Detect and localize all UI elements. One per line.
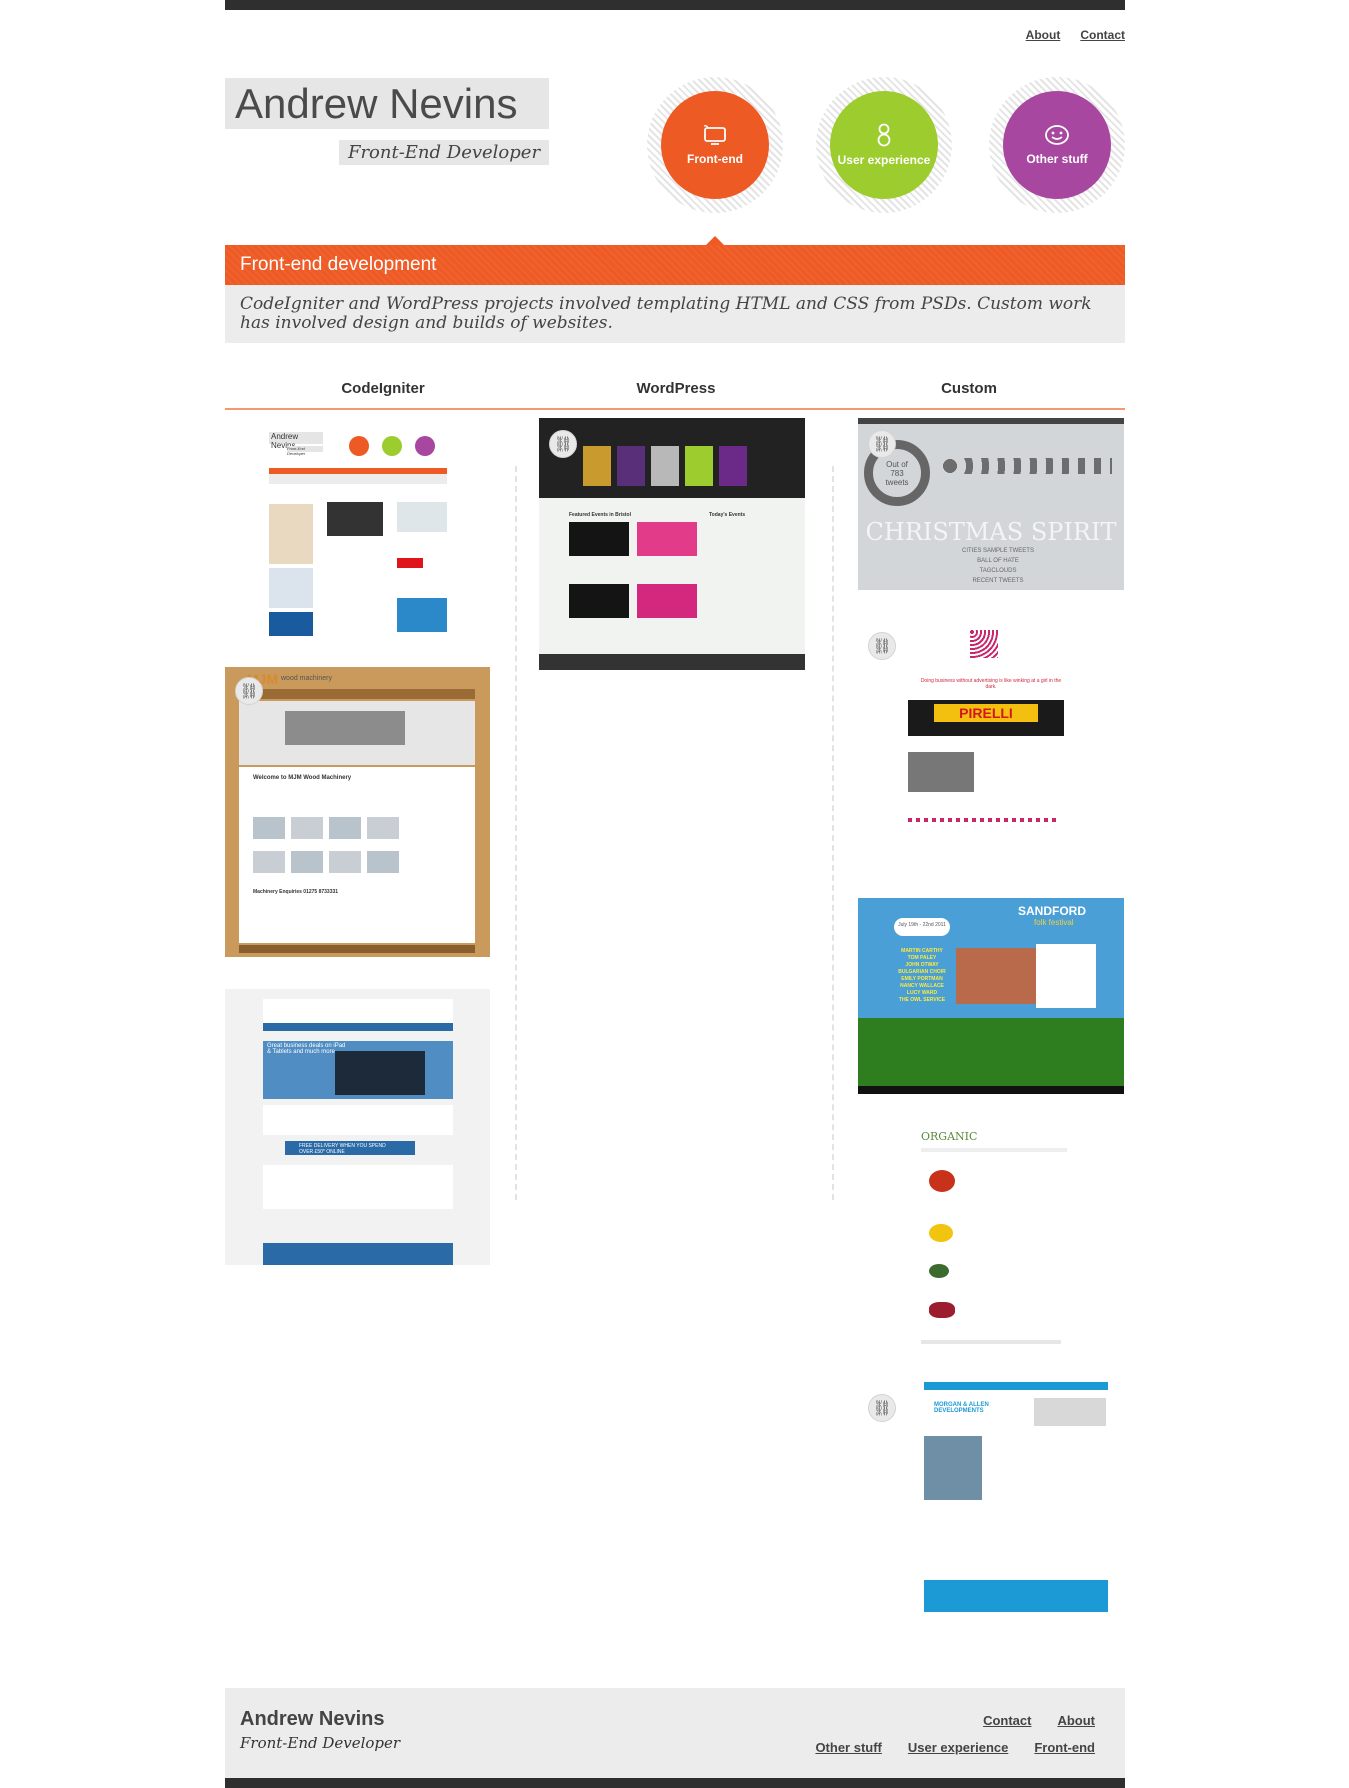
skill-other-label: Other stuff — [1026, 152, 1088, 166]
project-thumb-tablet-shop[interactable]: Great business deals on iPad & Tablets a… — [225, 989, 490, 1265]
thumb-subtitle: Front-End Developer — [287, 446, 323, 456]
column-custom-heading: Custom — [941, 380, 997, 397]
site-title[interactable]: Andrew Nevins — [225, 78, 549, 129]
thumb-today: Today's Events — [709, 512, 746, 518]
skill-ring-ux: User experience — [816, 77, 952, 213]
nav-about-link[interactable]: About — [1026, 28, 1061, 42]
skill-ux-button[interactable]: User experience — [830, 91, 938, 199]
thumb-date: July 19th - 22nd 2011 — [894, 918, 950, 936]
footer-name: Andrew Nevins — [240, 1708, 385, 1730]
section-description: CodeIgniter and WordPress projects invol… — [225, 285, 1125, 343]
footer-nav-top: Contact About — [983, 1713, 1095, 1728]
thumb-title: Andrew Nevins — [269, 432, 323, 450]
page: About Contact Andrew Nevins Front-End De… — [225, 0, 1125, 1788]
project-thumb-portfolio[interactable]: Andrew Nevins Front-End Developer — [265, 418, 465, 636]
smiley-icon — [1045, 125, 1069, 145]
footer-nav-bottom: Other stuff User experience Front-end — [815, 1740, 1095, 1755]
column-divider — [225, 408, 1125, 410]
footer-about-link[interactable]: About — [1057, 1713, 1095, 1728]
nav-contact-link[interactable]: Contact — [1080, 28, 1125, 42]
project-thumb-mjm[interactable]: ⛓ MJM wood machinery Welcome to MJM Wood… — [225, 667, 490, 957]
footer-other-stuff-link[interactable]: Other stuff — [815, 1740, 881, 1755]
link-icon: ⛓ — [868, 430, 896, 458]
link-icon: ⛓ — [868, 1394, 896, 1422]
link-icon: ⛓ — [235, 677, 263, 705]
thumb-subtitle: folk festival — [1034, 918, 1074, 927]
footer-front-end-link[interactable]: Front-end — [1034, 1740, 1095, 1755]
footer-role: Front-End Developer — [240, 1734, 401, 1752]
thumb-featured: Featured Events in Bristol — [569, 512, 631, 518]
project-thumb-twitter-viz[interactable]: ⛓ Out of 783 tweets CHRISTMAS SPIRIT CIT… — [858, 418, 1124, 590]
link-icon: ⛓ — [868, 632, 896, 660]
project-thumb-events[interactable]: ⛓ Featured Events in Bristol Today's Eve… — [539, 418, 805, 670]
project-thumb-morgan-allen[interactable]: ⛓ MORGAN & ALLEN DEVELOPMENTS — [858, 1380, 1124, 1618]
thumb-enquiries: Machinery Enquiries 01275 8733331 — [253, 889, 339, 895]
project-thumb-organic[interactable]: ORGANIC — [915, 1128, 1067, 1348]
thumb-menu: CITIES SAMPLE TWEETS BALL OF HATE TAGCLO… — [962, 548, 1034, 584]
column-separator — [515, 466, 517, 1200]
thumb-logo: ORGANIC — [921, 1130, 978, 1143]
footer-contact-link[interactable]: Contact — [983, 1713, 1031, 1728]
column-wordpress-heading: WordPress — [636, 380, 716, 397]
project-thumb-folk-festival[interactable]: SANDFORD folk festival July 19th - 22nd … — [858, 898, 1124, 1094]
skill-frontend-label: Front-end — [687, 152, 743, 166]
thumb-quote: Doing business without advertising is li… — [920, 678, 1062, 690]
thumb-brand: PIRELLI — [934, 704, 1038, 722]
footer: Andrew Nevins Front-End Developer Contac… — [225, 1688, 1125, 1778]
site-subtitle: Front-End Developer — [339, 140, 549, 165]
top-bar — [225, 0, 1125, 10]
thumb-heading: Welcome to MJM Wood Machinery — [253, 775, 352, 781]
thumb-logo: MORGAN & ALLEN DEVELOPMENTS — [934, 1402, 989, 1414]
section-pointer — [706, 236, 724, 245]
skill-other-button[interactable]: Other stuff — [1003, 91, 1111, 199]
top-nav: About Contact — [1026, 28, 1125, 42]
thumb-acts: MARTIN CARTHY TOM PALEY JOHN OTWAY BULGARIA… — [898, 948, 946, 1003]
skill-frontend-button[interactable]: Front-end — [661, 91, 769, 199]
thumb-count: Out of 783 tweets — [885, 460, 909, 487]
footer-user-experience-link[interactable]: User experience — [908, 1740, 1008, 1755]
column-codeigniter-heading: CodeIgniter — [341, 380, 425, 397]
column-separator — [832, 466, 834, 1200]
thumb-headline: CHRISTMAS SPIRIT — [865, 518, 1117, 546]
section-title: Front-end development — [225, 245, 1125, 285]
link-icon: ⛓ — [549, 430, 577, 458]
thumb-delivery: FREE DELIVERY WHEN YOU SPEND OVER £50* O… — [285, 1141, 415, 1155]
monitor-icon — [703, 125, 726, 145]
bottom-bar — [225, 1778, 1125, 1788]
skill-ring-other: Other stuff — [989, 77, 1125, 213]
skill-ux-label: User experience — [837, 153, 931, 167]
thumb-title: SANDFORD — [1018, 904, 1086, 918]
person-icon — [877, 123, 891, 147]
thumb-tag: wood machinery — [281, 675, 332, 682]
skill-ring-frontend: Front-end — [647, 77, 783, 213]
project-thumb-pirelli[interactable]: ⛓ Doing business without advertising is … — [858, 622, 1124, 846]
